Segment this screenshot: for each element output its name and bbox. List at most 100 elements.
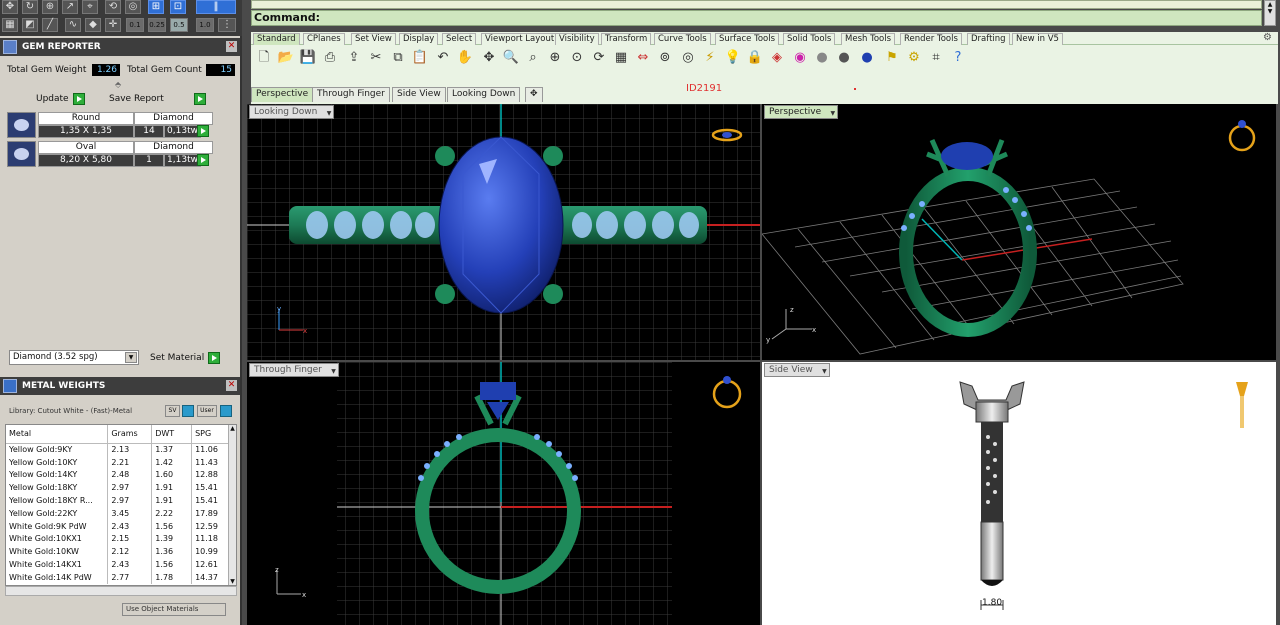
tab-render-tools[interactable]: Render Tools: [900, 33, 962, 45]
tab-looking-down[interactable]: Looking Down: [447, 87, 521, 102]
zoom-selected-icon[interactable]: ⊙: [568, 49, 586, 67]
render-sphere-icon[interactable]: ●: [858, 49, 876, 67]
viewport-grid-icon[interactable]: ▦: [612, 49, 630, 67]
mode-toggle-icon[interactable]: ‖: [196, 0, 236, 14]
tab-cplanes[interactable]: CPlanes: [303, 33, 345, 45]
rotate-icon[interactable]: ↻: [22, 0, 38, 14]
move-view-icon[interactable]: ✥: [480, 49, 498, 67]
grid-icon[interactable]: ▦: [2, 18, 18, 32]
table-row[interactable]: Yellow Gold:9KY 2.13 1.37 11.06: [6, 443, 230, 456]
tab-display[interactable]: Display: [399, 33, 439, 45]
cross-icon[interactable]: ✛: [105, 18, 121, 32]
target-icon[interactable]: ◎: [125, 0, 141, 14]
gear-icon[interactable]: ⚙: [1263, 32, 1272, 43]
command-scrollbar[interactable]: ▲ ▼: [1264, 0, 1276, 26]
tab-solid-tools[interactable]: Solid Tools: [783, 33, 836, 45]
material-select[interactable]: Diamond (3.52 spg) ▼: [9, 350, 139, 365]
table-row[interactable]: Yellow Gold:14KY 2.48 1.60 12.88: [6, 468, 230, 482]
close-icon[interactable]: ✕: [226, 380, 237, 391]
tab-drafting[interactable]: Drafting: [967, 33, 1010, 45]
sv-button[interactable]: SV: [165, 405, 180, 417]
tab-transform[interactable]: Transform: [601, 33, 652, 45]
tab-select[interactable]: Select: [442, 33, 477, 45]
viewport-side-view[interactable]: 1.80 Side View: [762, 362, 1276, 625]
scroll-up-icon[interactable]: ▲: [229, 425, 236, 432]
table-row[interactable]: Yellow Gold:18KY 2.97 1.91 15.41: [6, 481, 230, 495]
table-row[interactable]: Yellow Gold:18KY R... 2.97 1.91 15.41: [6, 494, 230, 507]
grip-icon[interactable]: ⋮: [218, 18, 236, 32]
play-icon[interactable]: [197, 125, 209, 137]
color-wheel-icon[interactable]: ◉: [791, 49, 809, 67]
user-button[interactable]: User: [197, 405, 217, 417]
material-icon[interactable]: ⚑: [883, 49, 901, 67]
table-row[interactable]: White Gold:10KW 2.12 1.36 10.99: [6, 545, 230, 559]
save-icon[interactable]: 💾: [299, 49, 317, 67]
line-icon[interactable]: ╱: [42, 18, 58, 32]
scroll-down-icon[interactable]: ▼: [229, 578, 236, 585]
undo-icon[interactable]: ↶: [434, 49, 452, 67]
grid-toggle-icon[interactable]: ⊞: [148, 0, 164, 14]
dimension-icon[interactable]: ⌗: [927, 49, 945, 67]
update-button[interactable]: Update: [36, 92, 85, 106]
light-bulb-icon[interactable]: 💡: [724, 49, 742, 67]
table-row[interactable]: White Gold:14KX1 2.43 1.56 12.61: [6, 558, 230, 571]
tab-side-view[interactable]: Side View: [392, 87, 446, 102]
layer-icon[interactable]: ◈: [768, 49, 786, 67]
step-value-a[interactable]: 0.1: [126, 18, 144, 32]
target-icon[interactable]: ◎: [679, 49, 697, 67]
metal-weights-table[interactable]: Metal Grams DWT SPG Yellow Gold:9KY 2.13 1…: [5, 424, 237, 586]
zoom-in-icon[interactable]: 🔍: [502, 49, 520, 67]
properties-icon[interactable]: ⚡: [701, 49, 719, 67]
horizontal-scrollbar[interactable]: [5, 586, 237, 596]
tab-standard[interactable]: Standard: [253, 33, 300, 45]
help-icon[interactable]: ?: [949, 49, 967, 67]
rendered-sphere-icon[interactable]: ●: [835, 49, 853, 67]
snap-icon[interactable]: ⌖: [82, 0, 98, 14]
viewport-title[interactable]: Perspective: [764, 105, 839, 120]
save-report-button[interactable]: Save Report: [109, 92, 206, 106]
tab-new-in-v5[interactable]: New in V5: [1012, 33, 1063, 45]
play-icon[interactable]: [197, 154, 209, 166]
viewport-title[interactable]: Side View: [764, 363, 830, 378]
viewport-through-finger[interactable]: z x Through Finger: [247, 362, 760, 625]
column-header[interactable]: Grams: [107, 425, 153, 444]
tab-set-view[interactable]: Set View: [351, 33, 396, 45]
table-row[interactable]: Yellow Gold:10KY 2.21 1.42 11.43: [6, 455, 230, 469]
close-icon[interactable]: ✕: [226, 41, 237, 52]
column-header[interactable]: SPG: [191, 425, 230, 444]
print-icon[interactable]: ⎙: [321, 49, 339, 67]
tab-perspective[interactable]: Perspective: [251, 87, 314, 102]
viewport-perspective[interactable]: z x y Perspective: [762, 104, 1276, 360]
tab-viewport-layout[interactable]: Viewport Layout: [481, 33, 559, 45]
step-value-c[interactable]: 0.5: [170, 18, 188, 32]
zoom-window-icon[interactable]: ⌕: [524, 49, 542, 67]
set-material-button[interactable]: Set Material: [150, 351, 221, 365]
add-tab-icon[interactable]: ✥: [525, 87, 543, 102]
viewport-title[interactable]: Looking Down: [249, 105, 335, 120]
table-row[interactable]: Yellow Gold:22KY 3.45 2.22 17.89: [6, 506, 230, 520]
info-icon[interactable]: [182, 405, 194, 417]
table-row[interactable]: White Gold:10KX1 2.15 1.39 11.18: [6, 532, 230, 546]
step-value-b[interactable]: 0.25: [148, 18, 166, 32]
plane-icon[interactable]: ◩: [22, 18, 38, 32]
options-gear-icon[interactable]: ⚙: [905, 49, 923, 67]
info-icon[interactable]: [220, 405, 232, 417]
pivot-icon[interactable]: ↗: [62, 0, 78, 14]
tab-surface-tools[interactable]: Surface Tools: [715, 33, 780, 45]
diamond-icon[interactable]: ◆: [85, 18, 101, 32]
viewport-looking-down[interactable]: y x Looking Down: [247, 104, 760, 360]
lock-icon[interactable]: 🔒: [746, 49, 764, 67]
paste-icon[interactable]: 📋: [411, 49, 429, 67]
pan-hand-icon[interactable]: ✋: [456, 49, 474, 67]
command-line[interactable]: Command:: [251, 10, 1262, 26]
gumball-icon[interactable]: ⊕: [42, 0, 58, 14]
shaded-sphere-icon[interactable]: ●: [813, 49, 831, 67]
move-icon[interactable]: ✥: [2, 0, 18, 14]
cut-icon[interactable]: ✂: [367, 49, 385, 67]
column-header[interactable]: DWT: [151, 425, 193, 444]
copy-icon[interactable]: ⧉: [389, 49, 407, 67]
zoom-extents-icon[interactable]: ⊕: [546, 49, 564, 67]
column-header[interactable]: Metal: [6, 425, 109, 444]
table-row[interactable]: White Gold:9K PdW 2.43 1.56 12.59: [6, 519, 230, 533]
export-icon[interactable]: ⇪: [345, 49, 363, 67]
